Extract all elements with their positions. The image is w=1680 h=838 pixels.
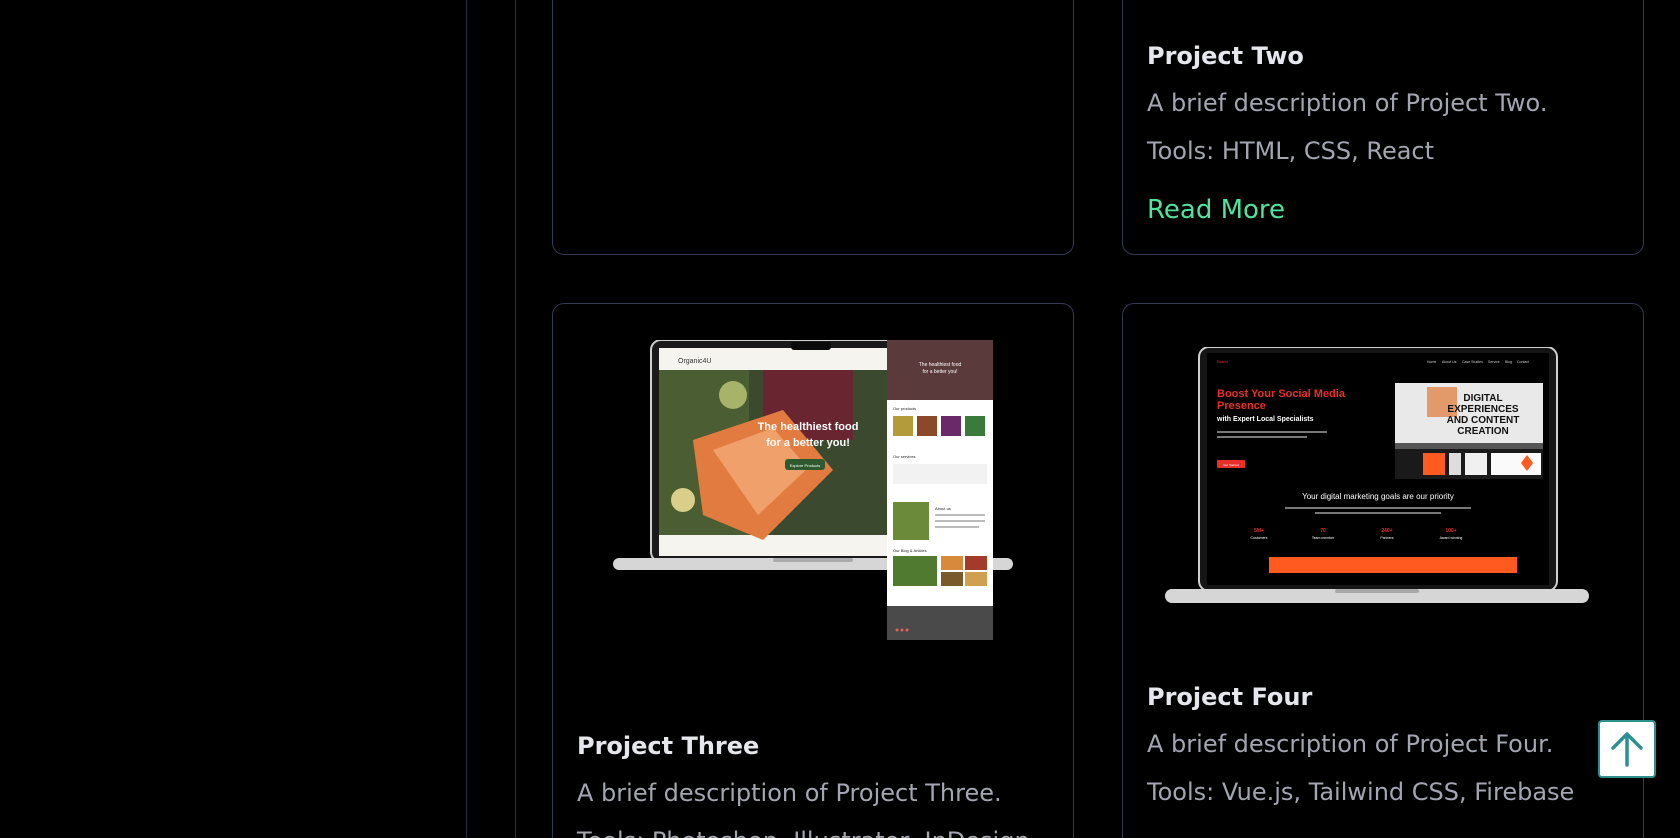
- screenshot-subheadline: with Expert Local Specialists: [1216, 416, 1314, 423]
- screenshot-hero-image-4: CREATION: [1457, 426, 1508, 437]
- screenshot-nav-5: Blog: [1505, 360, 1512, 364]
- screenshot-section-title: Your digital marketing goals are our pri…: [1302, 492, 1454, 501]
- screenshot-stat-value-3: 240+: [1381, 528, 1392, 534]
- project-card-four: Brand Home About Us Case Studies Service…: [1122, 303, 1644, 838]
- project-tools: Tools: Vue.js, Tailwind CSS, Firebase: [1147, 778, 1575, 806]
- screenshot-section-2: Our services: [893, 454, 915, 459]
- screenshot-logo: Brand: [1217, 359, 1228, 364]
- screenshot-hero-image-2: EXPERIENCES: [1447, 404, 1518, 415]
- project-four-screenshot: Brand Home About Us Case Studies Service…: [1165, 347, 1589, 603]
- project-title: Project Three: [577, 732, 760, 760]
- screenshot-nav-3: Case Studies: [1462, 360, 1483, 364]
- project-description: A brief description of Project Two.: [1147, 89, 1548, 117]
- project-three-screenshot: Organic4U The healthiest food for a bett…: [613, 340, 1013, 640]
- projects-page: Project Two A brief description of Proje…: [0, 0, 1680, 838]
- screenshot-stat-label-3: Partners: [1380, 536, 1393, 540]
- project-tools: Tools: HTML, CSS, React: [1147, 137, 1435, 165]
- layout-divider-right: [515, 0, 516, 838]
- screenshot-nav-1: Home: [1427, 360, 1436, 364]
- layout-divider-left: [466, 0, 467, 838]
- project-tools: Tools: Photoshop, Illustrator, InDesign: [577, 827, 1030, 838]
- arrow-up-icon: [1611, 732, 1643, 767]
- project-title: Project Four: [1147, 683, 1313, 711]
- screenshot-nav-6: Contact: [1517, 360, 1529, 364]
- screenshot-side-hero-2: for a better you!: [922, 369, 957, 375]
- project-card-two: Project Two A brief description of Proje…: [1122, 0, 1644, 255]
- screenshot-headline-2: Presence: [1217, 400, 1266, 412]
- screenshot-stat-label-2: Team member: [1312, 536, 1335, 540]
- screenshot-hero-button: Explore Products: [790, 463, 820, 468]
- screenshot-stat-value-1: 5M+: [1254, 528, 1264, 534]
- screenshot-stat-label-1: Customers: [1251, 536, 1268, 540]
- screenshot-headline-1: Boost Your Social Media: [1217, 388, 1346, 400]
- screenshot-stat-value-4: 100+: [1445, 528, 1456, 534]
- project-description: A brief description of Project Four.: [1147, 730, 1554, 758]
- screenshot-cta: Get Started: [1223, 463, 1239, 467]
- screenshot-nav-4: Service: [1488, 360, 1500, 364]
- screenshot-hero-image-3: AND CONTENT: [1447, 415, 1520, 426]
- screenshot-brand: Organic4U: [678, 358, 711, 365]
- scroll-to-top-button[interactable]: [1598, 720, 1656, 778]
- project-card-three: Organic4U The healthiest food for a bett…: [552, 303, 1074, 838]
- read-more-link[interactable]: Read More: [1147, 195, 1285, 225]
- screenshot-hero-line-2: for a better you!: [766, 437, 850, 449]
- project-title: Project Two: [1147, 42, 1304, 70]
- project-description: A brief description of Project Three.: [577, 779, 1002, 807]
- project-card-one: [552, 0, 1074, 255]
- screenshot-section-1: Our products: [893, 406, 916, 411]
- screenshot-nav-2: About Us: [1442, 360, 1457, 364]
- screenshot-hero-line-1: The healthiest food: [758, 421, 859, 433]
- screenshot-section-4: Our Blog & Articles: [893, 548, 927, 553]
- screenshot-hero-image-1: DIGITAL: [1463, 393, 1502, 404]
- screenshot-side-hero-1: The healthiest food: [919, 362, 962, 368]
- screenshot-stat-label-4: Award winning: [1440, 536, 1463, 540]
- screenshot-stat-value-2: 70: [1320, 528, 1326, 534]
- screenshot-section-3: About us: [935, 506, 951, 511]
